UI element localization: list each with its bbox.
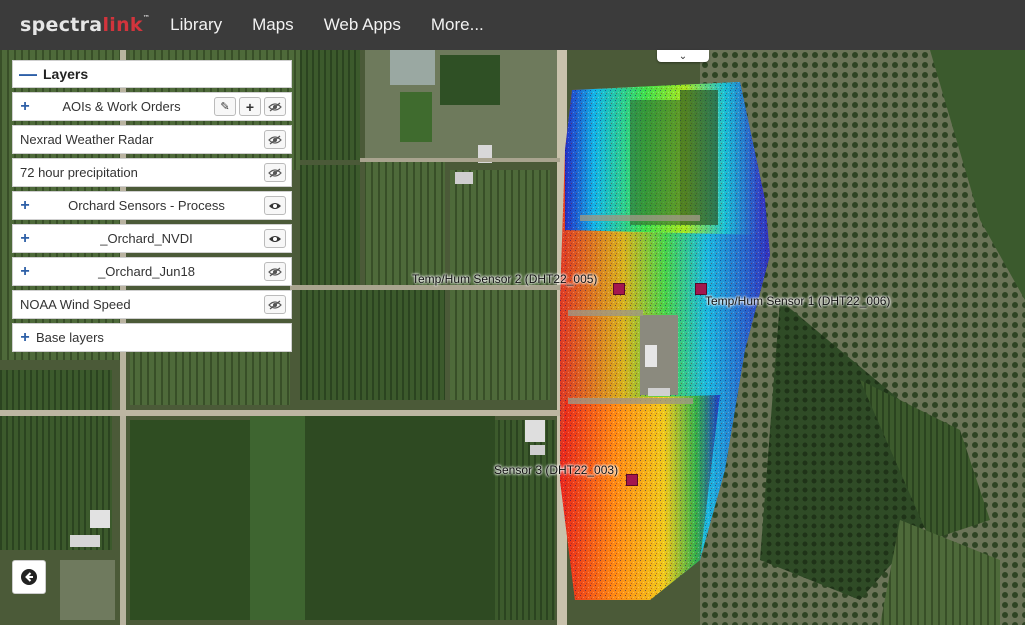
top-navbar: spectralink™ Library Maps Web Apps More.… xyxy=(0,0,1025,50)
expand-plus-icon[interactable]: + xyxy=(18,98,32,116)
layer-row-orchard-sensors[interactable]: + Orchard Sensors - Process xyxy=(12,191,292,220)
arrow-left-circle-icon xyxy=(21,569,37,585)
brand-name-part1: spectra xyxy=(20,14,103,36)
plus-icon[interactable]: + xyxy=(239,97,261,116)
pencil-icon[interactable]: ✎ xyxy=(214,97,236,116)
expand-plus-icon[interactable]: + xyxy=(18,329,32,347)
layer-label: Orchard Sensors - Process xyxy=(68,198,225,213)
base-layers-row[interactable]: + Base layers xyxy=(12,323,292,352)
layer-label: 72 hour precipitation xyxy=(20,165,138,180)
brand-name-part2: link xyxy=(102,14,143,36)
sensor-label-3: Sensor 3 (DHT22_003) xyxy=(494,463,619,477)
eye-slash-icon[interactable] xyxy=(264,163,286,182)
layer-row-orchard-nvdi[interactable]: + _Orchard_NVDI xyxy=(12,224,292,253)
nav-maps[interactable]: Maps xyxy=(252,15,294,35)
sensor-marker-2[interactable] xyxy=(613,283,625,295)
layer-row-aois[interactable]: + AOIs & Work Orders ✎ + xyxy=(12,92,292,121)
sensor-label-2: Temp/Hum Sensor 2 (DHT22_005) xyxy=(412,272,598,286)
eye-slash-icon[interactable] xyxy=(264,130,286,149)
layer-row-nexrad[interactable]: Nexrad Weather Radar xyxy=(12,125,292,154)
main-nav: Library Maps Web Apps More... xyxy=(170,15,514,35)
eye-icon[interactable] xyxy=(264,196,286,215)
expand-plus-icon[interactable]: + xyxy=(18,263,32,281)
layer-row-noaa-wind[interactable]: NOAA Wind Speed xyxy=(12,290,292,319)
layers-panel-header[interactable]: — Layers xyxy=(12,60,292,88)
eye-slash-icon[interactable] xyxy=(264,295,286,314)
chevron-down-icon: ⌄ xyxy=(678,50,688,62)
base-layers-label: Base layers xyxy=(36,330,104,345)
layer-label: _Orchard_Jun18 xyxy=(98,264,195,279)
eye-slash-icon[interactable] xyxy=(264,262,286,281)
map-collapse-tab[interactable]: ⌄ xyxy=(657,50,709,62)
expand-plus-icon[interactable]: + xyxy=(18,230,32,248)
layer-label: NOAA Wind Speed xyxy=(20,297,131,312)
eye-slash-icon[interactable] xyxy=(264,97,286,116)
nav-more[interactable]: More... xyxy=(431,15,484,35)
expand-plus-icon[interactable]: + xyxy=(18,197,32,215)
layer-label: _Orchard_NVDI xyxy=(100,231,193,246)
nav-library[interactable]: Library xyxy=(170,15,222,35)
brand-logo[interactable]: spectralink™ xyxy=(20,14,150,36)
layer-row-orchard-jun18[interactable]: + _Orchard_Jun18 xyxy=(12,257,292,286)
back-button[interactable] xyxy=(12,560,46,594)
sensor-label-1: Temp/Hum Sensor 1 (DHT22_006) xyxy=(705,294,891,308)
trademark: ™ xyxy=(142,14,151,22)
layer-label: Nexrad Weather Radar xyxy=(20,132,154,147)
eye-icon[interactable] xyxy=(264,229,286,248)
collapse-minus-icon[interactable]: — xyxy=(19,65,37,83)
layer-row-precip[interactable]: 72 hour precipitation xyxy=(12,158,292,187)
nav-web-apps[interactable]: Web Apps xyxy=(324,15,401,35)
layers-panel-title: Layers xyxy=(43,66,89,82)
sensor-marker-3[interactable] xyxy=(626,474,638,486)
layer-label: AOIs & Work Orders xyxy=(62,99,181,114)
layers-panel: — Layers + AOIs & Work Orders ✎ + Nexrad… xyxy=(12,60,292,356)
